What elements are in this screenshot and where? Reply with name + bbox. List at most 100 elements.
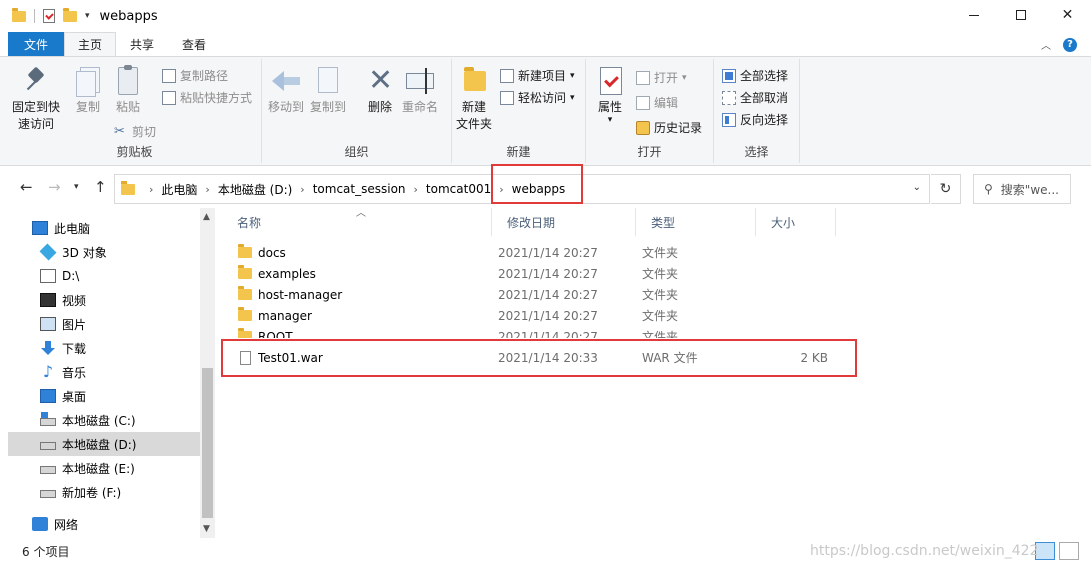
tab-share[interactable]: 共享 [116, 32, 168, 56]
up-arrow-icon[interactable]: ↑ [94, 178, 107, 196]
folder-icon [238, 244, 252, 258]
select-all-button[interactable]: 全部选择 [722, 67, 788, 84]
move-to-button[interactable]: 移动到 [268, 65, 304, 116]
properties-button[interactable]: 属性 ▾ [594, 65, 626, 125]
sidebar-item-this-pc[interactable]: 此电脑 [8, 216, 200, 240]
item-count: 6 个项目 [22, 544, 70, 559]
search-input[interactable]: ⚲ 搜索"we... [973, 174, 1071, 204]
breadcrumb-drive-d[interactable]: 本地磁盘 (D:) › [218, 181, 313, 198]
select-none-button[interactable]: 全部取消 [722, 89, 788, 106]
scroll-down-icon[interactable]: ▼ [203, 524, 210, 534]
sidebar-scrollbar[interactable]: ▲ ▼ [200, 208, 215, 538]
cut-button[interactable]: ✂ 剪切 [114, 123, 156, 140]
customize-toolbar-chevron-icon[interactable]: ▾ [85, 11, 90, 21]
new-folder-label: 新建 文件夹 [456, 100, 493, 131]
folder-icon [12, 7, 26, 22]
minimize-button[interactable] [950, 0, 997, 30]
easy-access-button[interactable]: 轻松访问 ▾ [500, 89, 575, 106]
table-row[interactable]: docs 2021/1/14 20:27 文件夹 [222, 242, 1082, 263]
tab-home[interactable]: 主页 [64, 32, 116, 56]
file-date: 2021/1/14 20:27 [498, 266, 598, 281]
sidebar-item-drive-c[interactable]: 本地磁盘 (C:) [8, 408, 200, 432]
sidebar-item-3d-objects[interactable]: 3D 对象 [8, 240, 200, 264]
column-header-date[interactable]: 修改日期 [492, 208, 636, 236]
large-icons-view-button[interactable] [1059, 542, 1079, 560]
sidebar-item-pictures[interactable]: 图片 [8, 312, 200, 336]
folder-icon [238, 307, 252, 321]
breadcrumb-tomcat-session[interactable]: tomcat_session › [313, 182, 426, 196]
sidebar-item-d-root[interactable]: D:\ [8, 264, 200, 288]
table-row[interactable]: host-manager 2021/1/14 20:27 文件夹 [222, 284, 1082, 305]
folder-icon [238, 265, 252, 279]
sidebar-item-drive-e[interactable]: 本地磁盘 (E:) [8, 456, 200, 480]
maximize-button[interactable] [997, 0, 1044, 30]
open-label: 打开 [654, 71, 679, 85]
sidebar-item-music[interactable]: ♪ 音乐 [8, 360, 200, 384]
sidebar-item-label: 此电脑 [54, 221, 91, 236]
picture-icon [40, 317, 56, 331]
select-all-icon [722, 68, 736, 83]
address-history-chevron-down-icon[interactable]: ⌄ [913, 182, 921, 193]
sidebar-item-network[interactable]: 网络 [8, 512, 200, 536]
breadcrumb-this-pc[interactable]: 此电脑 › [161, 181, 217, 198]
forward-arrow-icon[interactable]: → [48, 178, 61, 196]
select-none-icon [722, 90, 736, 105]
new-folder-icon [464, 67, 486, 91]
sidebar-item-desktop[interactable]: 桌面 [8, 384, 200, 408]
new-item-button[interactable]: 新建项目 ▾ [500, 67, 575, 84]
rename-button[interactable]: 重命名 [402, 65, 438, 116]
refresh-button[interactable]: ↻ [931, 174, 961, 204]
properties-icon [600, 67, 622, 95]
column-header-type[interactable]: 类型 [636, 208, 756, 236]
file-date: 2021/1/14 20:27 [498, 287, 598, 302]
search-icon: ⚲ [984, 182, 993, 196]
copy-button[interactable]: 复制 [72, 65, 104, 116]
pin-quick-access-button[interactable]: 固定到快 速访问 [12, 65, 60, 133]
new-folder-icon[interactable] [63, 7, 77, 22]
copy-to-button[interactable]: 复制到 [310, 65, 346, 116]
new-group: 新建 文件夹 新建项目 ▾ 轻松访问 ▾ 新建 [452, 59, 586, 163]
move-to-icon [272, 69, 300, 95]
new-folder-button[interactable]: 新建 文件夹 [456, 65, 492, 133]
sidebar-item-drive-d[interactable]: 本地磁盘 (D:) [8, 432, 200, 456]
open-icon [636, 70, 650, 85]
invert-selection-button[interactable]: 反向选择 [722, 111, 788, 128]
properties-icon[interactable] [43, 9, 55, 23]
close-button[interactable]: ✕ [1044, 0, 1091, 30]
sidebar-item-label: 新加卷 (F:) [62, 485, 122, 500]
delete-button[interactable]: ✕ 删除 [364, 65, 396, 116]
recent-locations-chevron-icon[interactable]: ▾ [74, 182, 79, 192]
column-header-size[interactable]: 大小 [756, 208, 836, 236]
edit-button[interactable]: 编辑 [636, 94, 678, 111]
column-header-name[interactable]: 名称 ︿ [222, 208, 492, 236]
copy-to-label: 复制到 [310, 100, 347, 114]
collapse-ribbon-icon[interactable]: ︿ [1041, 37, 1051, 52]
sidebar-item-videos[interactable]: 视频 [8, 288, 200, 312]
tab-file[interactable]: 文件 [8, 32, 64, 56]
scrollbar-thumb[interactable] [202, 368, 213, 518]
edit-icon [636, 95, 650, 110]
sidebar-item-label: D:\ [62, 269, 80, 283]
cube-icon [39, 243, 57, 261]
back-arrow-icon[interactable]: ← [20, 178, 33, 196]
paste-shortcut-button[interactable]: 粘贴快捷方式 [162, 89, 252, 106]
file-type: 文件夹 [642, 267, 679, 281]
sidebar-item-downloads[interactable]: 下载 [8, 336, 200, 360]
history-button[interactable]: 历史记录 [636, 119, 702, 136]
sidebar-item-label: 下载 [62, 341, 87, 356]
ribbon-tabs: 文件 主页 共享 查看 ︿ ? [0, 32, 1091, 56]
open-button[interactable]: 打开 ▾ [636, 69, 687, 86]
video-icon [40, 293, 56, 307]
table-row[interactable]: examples 2021/1/14 20:27 文件夹 [222, 263, 1082, 284]
help-icon[interactable]: ? [1063, 37, 1077, 52]
invert-selection-icon [722, 112, 736, 127]
table-row[interactable]: ROOT 2021/1/14 20:27 文件夹 [222, 326, 1082, 338]
cut-label: 剪切 [132, 125, 157, 139]
copy-path-button[interactable]: 复制路径 [162, 67, 228, 84]
sidebar-item-drive-f[interactable]: 新加卷 (F:) [8, 480, 200, 504]
paste-button[interactable]: 粘贴 [112, 65, 144, 116]
table-row[interactable]: manager 2021/1/14 20:27 文件夹 [222, 305, 1082, 326]
sidebar-item-label: 音乐 [62, 365, 87, 380]
tab-view[interactable]: 查看 [168, 32, 220, 56]
scroll-up-icon[interactable]: ▲ [203, 212, 210, 222]
